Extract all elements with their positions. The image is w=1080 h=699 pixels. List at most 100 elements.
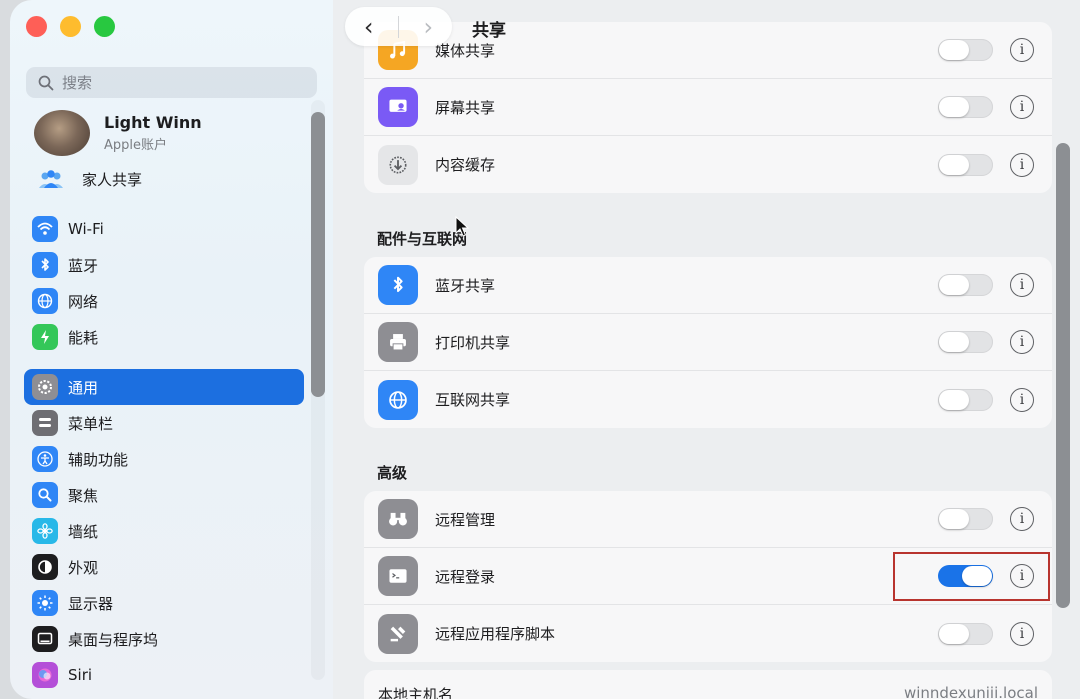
sidebar-item-spotlight[interactable]: 聚焦 — [24, 477, 304, 513]
siri-icon — [32, 662, 58, 688]
toggle-switch[interactable] — [938, 508, 993, 530]
search-icon — [38, 75, 54, 90]
setting-label: 内容缓存 — [435, 156, 496, 174]
setting-row: 打印机共享 i — [364, 314, 1052, 371]
avatar — [34, 110, 90, 156]
accessibility-icon — [32, 446, 58, 472]
toggle-switch[interactable] — [938, 622, 993, 645]
account-subtitle: Apple账户 — [104, 138, 168, 153]
sharing-services-group: 媒体共享 i 屏幕共享 i 内容缓存 i — [364, 22, 1052, 193]
close-window-button[interactable] — [26, 16, 47, 37]
sidebar-item-dock[interactable]: 桌面与程序坞 — [24, 621, 304, 657]
zoom-window-button[interactable] — [94, 16, 115, 37]
section-heading-advanced: 高级 — [377, 464, 408, 482]
display-icon — [32, 590, 58, 616]
setting-label: 远程管理 — [435, 510, 496, 529]
window-controls — [26, 16, 115, 37]
family-label: 家人共享 — [82, 170, 143, 189]
info-icon[interactable]: i — [1010, 273, 1034, 297]
annotation-highlight-box — [893, 552, 1050, 601]
local-hostname-row[interactable]: 本地主机名 winndexuniii.local — [364, 670, 1052, 699]
sidebar-item-label: 墙纸 — [68, 522, 99, 541]
sidebar: Light Winn Apple账户 家人共享 Wi-Fi 蓝牙网络能耗通用菜单栏… — [10, 0, 333, 699]
forward-button[interactable]: › — [410, 13, 446, 41]
globe-icon — [378, 379, 418, 420]
globe-icon — [32, 288, 58, 314]
toggle-switch[interactable] — [938, 274, 993, 296]
sidebar-item-battery[interactable]: 能耗 — [24, 319, 304, 355]
toggle-switch[interactable] — [938, 39, 993, 61]
history-nav: ‹ › — [345, 7, 452, 46]
spotlight-icon — [32, 482, 58, 508]
sidebar-item-label: 聚焦 — [68, 486, 99, 505]
sidebar-item-appearance[interactable]: 外观 — [24, 549, 304, 585]
bluetooth-icon — [32, 252, 58, 278]
setting-row: 屏幕共享 i — [364, 79, 1052, 136]
search-field[interactable] — [26, 67, 317, 98]
main-scrollbar[interactable] — [1056, 143, 1070, 608]
wifi-icon — [32, 216, 58, 242]
setting-label: 屏幕共享 — [435, 98, 496, 117]
dock-icon — [32, 626, 58, 652]
sidebar-item-bluetooth[interactable]: 蓝牙 — [24, 247, 304, 283]
content-cache-icon — [378, 144, 418, 185]
info-icon[interactable]: i — [1010, 507, 1034, 531]
setting-row: 远程管理 i — [364, 491, 1052, 548]
setting-row: 远程应用程序脚本 i — [364, 605, 1052, 662]
info-icon[interactable]: i — [1010, 387, 1034, 412]
mouse-pointer-icon — [455, 216, 470, 237]
toggle-switch[interactable] — [938, 388, 993, 411]
sidebar-item-label: 桌面与程序坞 — [68, 630, 159, 649]
back-button[interactable]: ‹ — [351, 13, 387, 41]
toggle-switch[interactable] — [938, 96, 993, 118]
sidebar-item-menubar[interactable]: 菜单栏 — [24, 405, 304, 441]
info-icon[interactable]: i — [1010, 152, 1034, 177]
setting-row: 内容缓存 i — [364, 136, 1052, 193]
sidebar-item-label: 外观 — [68, 558, 99, 577]
sidebar-item-label: 辅助功能 — [68, 450, 129, 469]
info-icon[interactable]: i — [1010, 95, 1034, 119]
info-icon[interactable]: i — [1010, 621, 1034, 646]
apple-account[interactable]: Light Winn Apple账户 — [34, 110, 202, 156]
sidebar-item-wallpaper[interactable]: 墙纸 — [24, 513, 304, 549]
main-pane: ‹ › 共享 媒体共享 i 屏幕共享 i 内容缓存 i 配件与互联网 蓝牙共享 i 打印机共享… — [333, 0, 1080, 699]
setting-row: 互联网共享 i — [364, 371, 1052, 428]
bluetooth-icon — [378, 265, 418, 305]
info-icon[interactable]: i — [1010, 38, 1034, 62]
minimize-window-button[interactable] — [60, 16, 81, 37]
sidebar-item-label: 通用 — [68, 378, 99, 397]
wallpaper-icon — [32, 518, 58, 544]
appearance-icon — [32, 554, 58, 580]
sidebar-item-gear[interactable]: 通用 — [24, 369, 304, 405]
sidebar-item-siri[interactable]: Siri — [24, 657, 304, 693]
sidebar-item-accessibility[interactable]: 辅助功能 — [24, 441, 304, 477]
sidebar-item-label: 网络 — [68, 292, 99, 311]
section-heading-accessories: 配件与互联网 — [377, 230, 468, 248]
setting-label: 互联网共享 — [435, 391, 511, 409]
hostname-value: winndexuniii.local — [903, 684, 1038, 699]
sidebar-item-display[interactable]: 显示器 — [24, 585, 304, 621]
script-icon — [378, 613, 418, 654]
sidebar-scrollbar[interactable] — [311, 112, 325, 397]
sidebar-item-label: Siri — [68, 666, 93, 684]
screen-sharing-icon — [378, 87, 418, 127]
toggle-switch[interactable] — [938, 331, 993, 353]
setting-label: 媒体共享 — [435, 41, 496, 60]
terminal-icon — [378, 556, 418, 596]
sidebar-item-family-sharing[interactable]: 家人共享 — [36, 167, 142, 191]
setting-label: 蓝牙共享 — [435, 276, 496, 295]
search-input[interactable] — [62, 73, 282, 92]
setting-label: 远程登录 — [435, 567, 496, 586]
sidebar-item-wifi[interactable]: Wi-Fi — [24, 211, 304, 247]
setting-label: 远程应用程序脚本 — [435, 625, 556, 643]
toggle-switch[interactable] — [938, 153, 993, 176]
printer-icon — [378, 322, 418, 362]
sidebar-item-label: 菜单栏 — [68, 414, 114, 433]
sidebar-item-label: 能耗 — [68, 328, 99, 347]
binoculars-icon — [378, 499, 418, 539]
info-icon[interactable]: i — [1010, 330, 1034, 354]
page-title: 共享 — [472, 21, 506, 41]
sidebar-item-globe[interactable]: 网络 — [24, 283, 304, 319]
setting-label: 打印机共享 — [435, 333, 511, 352]
hostname-label: 本地主机名 — [378, 686, 454, 699]
